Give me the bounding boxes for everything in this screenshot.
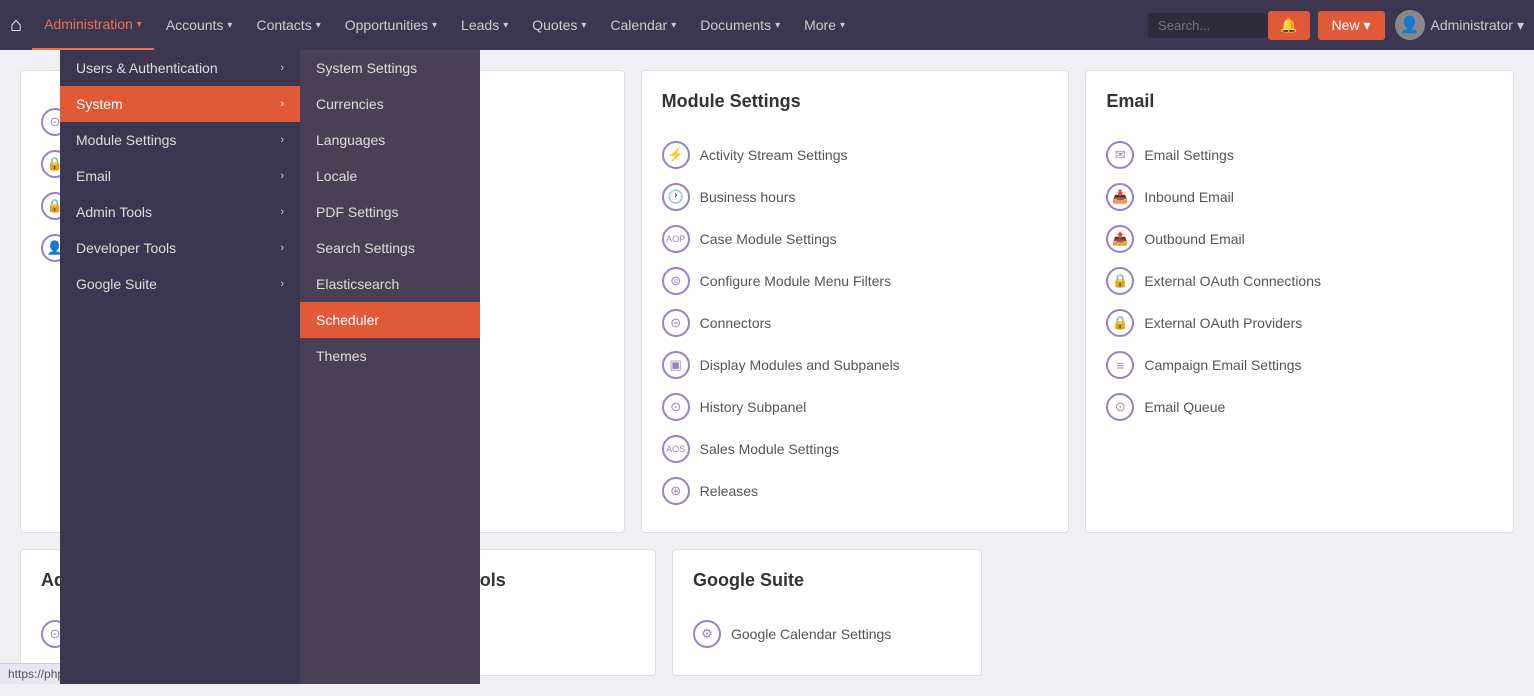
configure-module-menu-icon: ⊜: [662, 267, 690, 295]
sidebar-item-developer-tools[interactable]: Developer Tools ›: [60, 230, 300, 266]
submenu-elasticsearch[interactable]: Elasticsearch: [300, 266, 480, 302]
campaign-email-settings-icon: ≡: [1106, 351, 1134, 379]
card-item-business-hours[interactable]: 🕐 Business hours: [662, 176, 1049, 218]
submenu-search-settings[interactable]: Search Settings: [300, 230, 480, 266]
card-item-campaign-email-settings[interactable]: ≡ Campaign Email Settings: [1106, 344, 1493, 386]
nav-more[interactable]: More ▾: [792, 0, 857, 50]
nav-calendar[interactable]: Calendar ▾: [598, 0, 688, 50]
card-item-sales-module[interactable]: AOS Sales Module Settings: [662, 428, 1049, 470]
new-button[interactable]: New ▾: [1318, 11, 1385, 40]
releases-icon: ⊛: [662, 477, 690, 505]
submenu-scheduler[interactable]: Scheduler: [300, 302, 480, 338]
nav-quotes[interactable]: Quotes ▾: [520, 0, 598, 50]
history-subpanel-icon: ⊙: [662, 393, 690, 421]
nav-administration[interactable]: Administration ▾: [32, 0, 154, 50]
home-icon[interactable]: ⌂: [10, 14, 22, 37]
card-item-inbound-email[interactable]: 📥 Inbound Email: [1106, 176, 1493, 218]
sidebar-item-google-suite[interactable]: Google Suite ›: [60, 266, 300, 302]
card-item-case-module[interactable]: AOP Case Module Settings: [662, 218, 1049, 260]
card-google-suite-title: Google Suite: [693, 570, 961, 599]
activity-stream-icon: ⚡: [662, 141, 690, 169]
card-email: Email ✉ Email Settings 📥 Inbound Email 📤…: [1085, 70, 1514, 533]
sidebar-item-admin-tools[interactable]: Admin Tools ›: [60, 194, 300, 230]
card-item-configure-module-menu[interactable]: ⊜ Configure Module Menu Filters: [662, 260, 1049, 302]
external-oauth-connections-icon: 🔒: [1106, 267, 1134, 295]
top-nav: ⌂ Administration ▾ Accounts ▾ Contacts ▾…: [0, 0, 1534, 50]
global-search-input[interactable]: [1148, 13, 1268, 38]
row2-spacer: [998, 549, 1514, 676]
email-settings-icon: ✉: [1106, 141, 1134, 169]
sidebar-menu: Users & Authentication › System › Module…: [60, 50, 300, 684]
sidebar-item-system[interactable]: System ›: [60, 86, 300, 122]
card-google-suite: Google Suite ⚙ Google Calendar Settings: [672, 549, 982, 676]
submenu-themes[interactable]: Themes: [300, 338, 480, 374]
card-module-settings-title: Module Settings: [662, 91, 1049, 120]
user-avatar: 👤: [1395, 10, 1425, 40]
connectors-icon: ⊝: [662, 309, 690, 337]
case-module-icon: AOP: [662, 225, 690, 253]
inbound-email-icon: 📥: [1106, 183, 1134, 211]
card-item-releases[interactable]: ⊛ Releases: [662, 470, 1049, 512]
sidebar-item-module-settings[interactable]: Module Settings ›: [60, 122, 300, 158]
sidebar-item-users-auth[interactable]: Users & Authentication ›: [60, 50, 300, 86]
email-queue-icon: ⊙: [1106, 393, 1134, 421]
user-menu[interactable]: 👤 Administrator ▾: [1395, 10, 1525, 40]
nav-leads[interactable]: Leads ▾: [449, 0, 520, 50]
card-item-connectors[interactable]: ⊝ Connectors: [662, 302, 1049, 344]
card-item-outbound-email[interactable]: 📤 Outbound Email: [1106, 218, 1493, 260]
sales-module-icon: AOS: [662, 435, 690, 463]
external-oauth-providers-icon: 🔒: [1106, 309, 1134, 337]
card-item-email-queue[interactable]: ⊙ Email Queue: [1106, 386, 1493, 428]
nav-contacts[interactable]: Contacts ▾: [244, 0, 332, 50]
business-hours-icon: 🕐: [662, 183, 690, 211]
card-item-external-oauth-connections[interactable]: 🔒 External OAuth Connections: [1106, 260, 1493, 302]
card-item-external-oauth-providers[interactable]: 🔒 External OAuth Providers: [1106, 302, 1493, 344]
card-item-history-subpanel[interactable]: ⊙ History Subpanel: [662, 386, 1049, 428]
submenu-languages[interactable]: Languages: [300, 122, 480, 158]
submenu-pdf-settings[interactable]: PDF Settings: [300, 194, 480, 230]
outbound-email-icon: 📤: [1106, 225, 1134, 253]
submenu-currencies[interactable]: Currencies: [300, 86, 480, 122]
submenu-system-settings[interactable]: System Settings: [300, 50, 480, 86]
nav-opportunities[interactable]: Opportunities ▾: [333, 0, 449, 50]
google-calendar-icon: ⚙: [693, 620, 721, 648]
system-submenu: System Settings Currencies Languages Loc…: [300, 50, 480, 684]
nav-accounts[interactable]: Accounts ▾: [154, 0, 245, 50]
card-email-title: Email: [1106, 91, 1493, 120]
card-item-display-modules[interactable]: ▣ Display Modules and Subpanels: [662, 344, 1049, 386]
display-modules-icon: ▣: [662, 351, 690, 379]
nav-documents[interactable]: Documents ▾: [688, 0, 792, 50]
bell-button[interactable]: 🔔: [1268, 11, 1309, 40]
card-item-email-settings[interactable]: ✉ Email Settings: [1106, 134, 1493, 176]
card-item-activity-stream[interactable]: ⚡ Activity Stream Settings: [662, 134, 1049, 176]
submenu-locale[interactable]: Locale: [300, 158, 480, 194]
card-item-google-calendar[interactable]: ⚙ Google Calendar Settings: [693, 613, 961, 655]
card-module-settings: Module Settings ⚡ Activity Stream Settin…: [641, 70, 1070, 533]
sidebar-item-email[interactable]: Email ›: [60, 158, 300, 194]
